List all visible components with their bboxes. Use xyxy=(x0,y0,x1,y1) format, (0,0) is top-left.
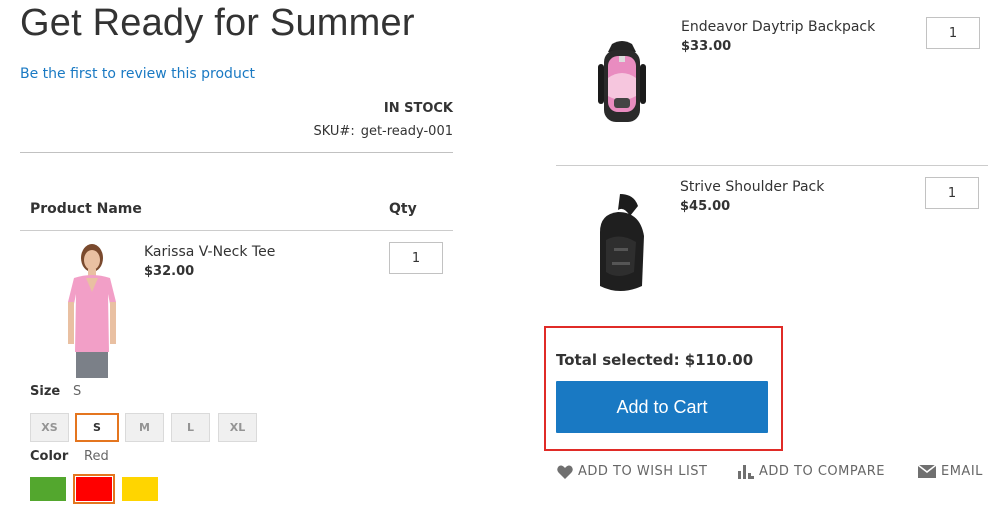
sku: SKU#: get-ready-001 xyxy=(313,124,453,139)
item-price: $32.00 xyxy=(144,264,195,279)
color-swatch-yellow[interactable] xyxy=(122,477,158,501)
email-link[interactable]: EMAIL xyxy=(918,464,983,479)
size-swatch-xl[interactable]: XL xyxy=(218,413,257,442)
size-swatch-s[interactable]: S xyxy=(75,413,119,442)
divider xyxy=(556,165,988,166)
email-label: EMAIL xyxy=(941,464,983,479)
column-header-qty: Qty xyxy=(389,201,417,217)
size-value: S xyxy=(73,384,82,399)
divider xyxy=(20,230,453,231)
product-image-backpack[interactable] xyxy=(590,38,654,130)
heart-icon xyxy=(557,465,573,479)
add-to-wishlist-link[interactable]: ADD TO WISH LIST xyxy=(557,464,707,479)
size-swatch-l[interactable]: L xyxy=(171,413,210,442)
size-swatch-m[interactable]: M xyxy=(125,413,164,442)
qty-input[interactable] xyxy=(389,242,443,274)
qty-input[interactable] xyxy=(926,17,980,49)
item-name[interactable]: Strive Shoulder Pack xyxy=(680,179,824,195)
product-image-tee[interactable] xyxy=(52,240,132,378)
column-header-product-name: Product Name xyxy=(30,201,142,217)
sku-value: get-ready-001 xyxy=(360,124,453,139)
review-link[interactable]: Be the first to review this product xyxy=(20,66,255,82)
add-to-compare-link[interactable]: ADD TO COMPARE xyxy=(738,464,885,479)
compare-icon xyxy=(738,464,754,479)
item-name[interactable]: Endeavor Daytrip Backpack xyxy=(681,19,875,35)
product-image-shoulder-pack[interactable] xyxy=(590,192,652,296)
item-price: $45.00 xyxy=(680,199,731,214)
item-price: $33.00 xyxy=(681,39,732,54)
wishlist-label: ADD TO WISH LIST xyxy=(578,464,708,479)
size-swatch-xs[interactable]: XS xyxy=(30,413,69,442)
sku-label: SKU#: xyxy=(313,124,355,139)
stock-status: IN STOCK xyxy=(383,101,453,116)
item-name[interactable]: Karissa V-Neck Tee xyxy=(144,244,275,260)
color-swatch-red[interactable] xyxy=(73,474,115,504)
envelope-icon xyxy=(918,465,936,478)
divider xyxy=(20,152,453,153)
qty-input[interactable] xyxy=(925,177,979,209)
color-swatch-green[interactable] xyxy=(30,477,66,501)
page-title: Get Ready for Summer xyxy=(20,2,415,44)
color-label: Color xyxy=(30,449,69,464)
size-label: Size xyxy=(30,384,61,399)
color-value: Red xyxy=(84,449,109,464)
total-selected: Total selected: $110.00 xyxy=(556,351,754,369)
compare-label: ADD TO COMPARE xyxy=(759,464,886,479)
add-to-cart-button[interactable]: Add to Cart xyxy=(556,381,768,433)
